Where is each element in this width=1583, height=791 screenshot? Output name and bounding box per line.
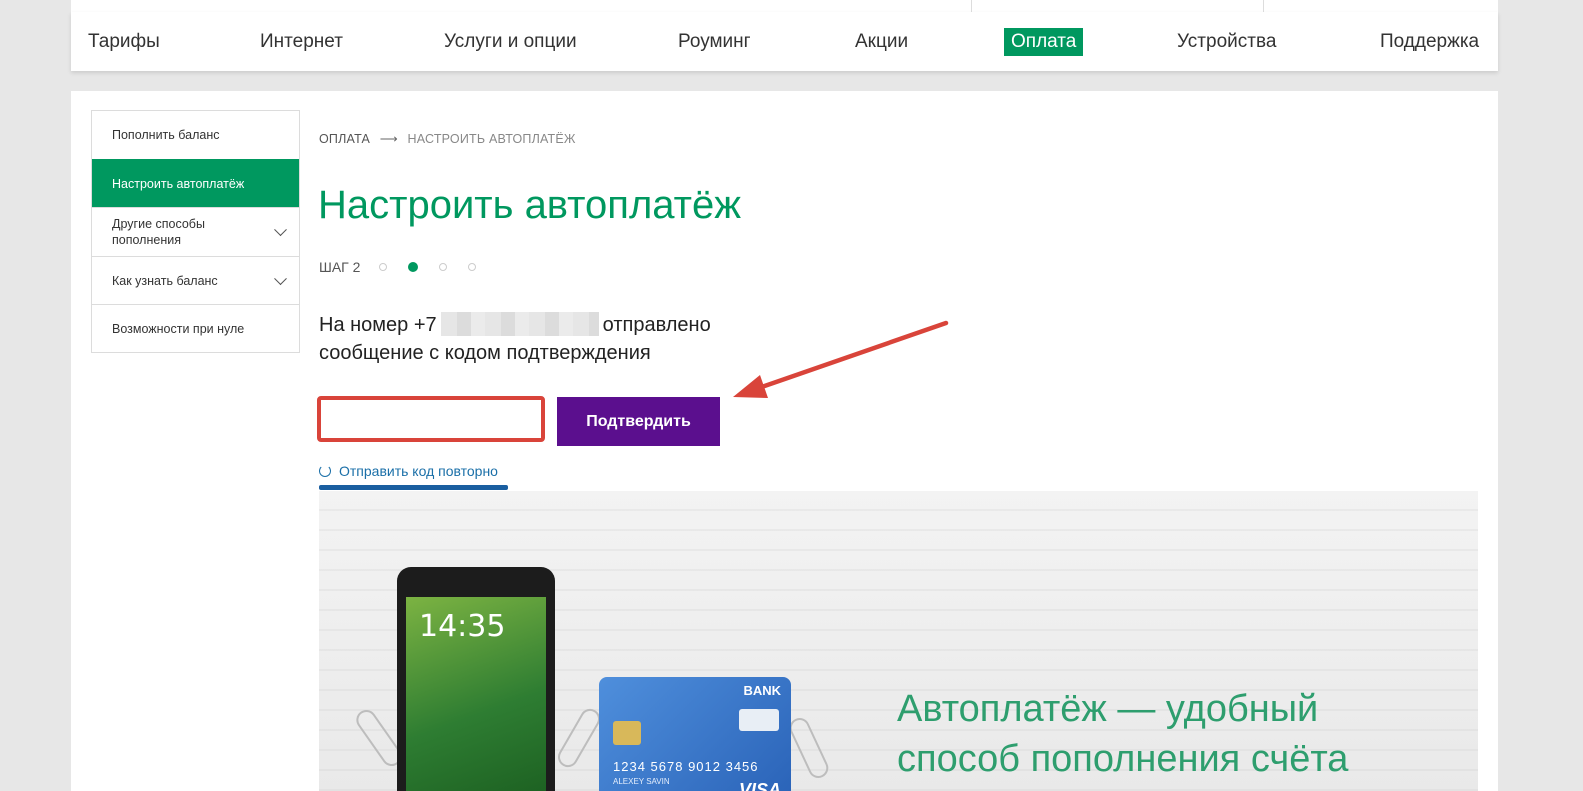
confirmation-code-input[interactable] [317,396,545,442]
card-hologram [739,709,779,731]
chevron-down-icon [274,223,287,237]
chevron-down-icon [274,271,287,285]
step-dot-3 [439,263,448,271]
refresh-icon [319,465,331,477]
nav-item-tariffs[interactable]: Тарифы [88,28,160,56]
promo-line-2: способ пополнения счёта [897,738,1349,780]
arrow-right-icon: ⟶ [379,132,398,146]
bank-card-image: BANK 1234 5678 9012 3456 ALEXEY SAVIN VI… [599,677,791,791]
card-number: 1234 5678 9012 3456 [613,759,759,774]
sidebar-item-label: Настроить автоплатёж [112,176,245,191]
phone-clock: 14:35 [419,609,506,644]
sidebar-item-label: Как узнать баланс [112,273,218,288]
smartphone-image: 14:35 [397,567,555,791]
card-chip-icon [613,721,641,745]
resend-underline [319,485,508,490]
step-indicator: ШАГ 2 [319,259,477,275]
sidebar-item-label: Возможности при нуле [112,321,245,336]
top-strip-divider [971,0,972,12]
sidebar-item-autopay[interactable]: Настроить автоплатёж [92,159,299,207]
card-bank-label: BANK [743,683,781,698]
promo-line-1: Автоплатёж — удобный [897,688,1319,730]
message-suffix: отправлено [602,314,711,336]
nav-item-payment[interactable]: Оплата [1004,28,1084,56]
message-prefix: На номер +7 [319,314,437,336]
redacted-phone-number [440,312,599,336]
nav-item-internet[interactable]: Интернет [260,28,343,56]
sidebar-item-top-up[interactable]: Пополнить баланс [92,111,299,159]
top-strip-divider [1263,0,1264,12]
message-line-2: сообщение с кодом подтверждения [319,342,651,364]
sidebar-item-zero-balance[interactable]: Возможности при нуле [92,304,299,352]
nav-item-roaming[interactable]: Роуминг [678,28,751,56]
promo-headline: Автоплатёж — удобный способ пополнения с… [897,684,1348,784]
step-dot-4 [468,263,477,271]
sidebar-item-label: Пополнить баланс [112,128,220,142]
step-dot-2-active [408,262,419,272]
step-dot-1 [379,263,388,271]
breadcrumb: ОПЛАТА ⟶ НАСТРОИТЬ АВТОПЛАТЁЖ [319,131,576,146]
resend-code-label: Отправить код повторно [339,463,498,479]
resend-code-link[interactable]: Отправить код повторно [319,463,498,479]
breadcrumb-link-payment[interactable]: ОПЛАТА [319,132,370,146]
sidebar-item-label: Другие способы пополнения [112,217,205,247]
breadcrumb-current: НАСТРОИТЬ АВТОПЛАТЁЖ [407,132,576,146]
nav-item-devices[interactable]: Устройства [1177,28,1276,56]
visa-logo: VISA [738,780,781,791]
sidebar-menu: Пополнить баланс Настроить автоплатёж Др… [91,110,300,353]
confirmation-message: На номер +7 отправлено сообщение с кодом … [319,311,711,367]
autopay-promo-banner: 14:35 BANK 1234 5678 9012 3456 ALEXEY SA… [319,491,1478,791]
step-label: ШАГ 2 [319,259,361,275]
sidebar-item-check-balance[interactable]: Как узнать баланс [92,256,299,304]
page-title: Настроить автоплатёж [318,183,741,227]
nav-item-services[interactable]: Услуги и опции [444,28,577,56]
nav-item-support[interactable]: Поддержка [1380,28,1479,56]
nav-item-promotions[interactable]: Акции [855,28,908,56]
content-panel: Пополнить баланс Настроить автоплатёж Др… [71,91,1498,791]
confirm-button[interactable]: Подтвердить [557,397,720,446]
card-owner: ALEXEY SAVIN [613,777,670,786]
main-nav: Тарифы Интернет Услуги и опции Роуминг А… [71,12,1498,71]
sidebar-item-other-methods[interactable]: Другие способы пополнения [92,207,299,256]
